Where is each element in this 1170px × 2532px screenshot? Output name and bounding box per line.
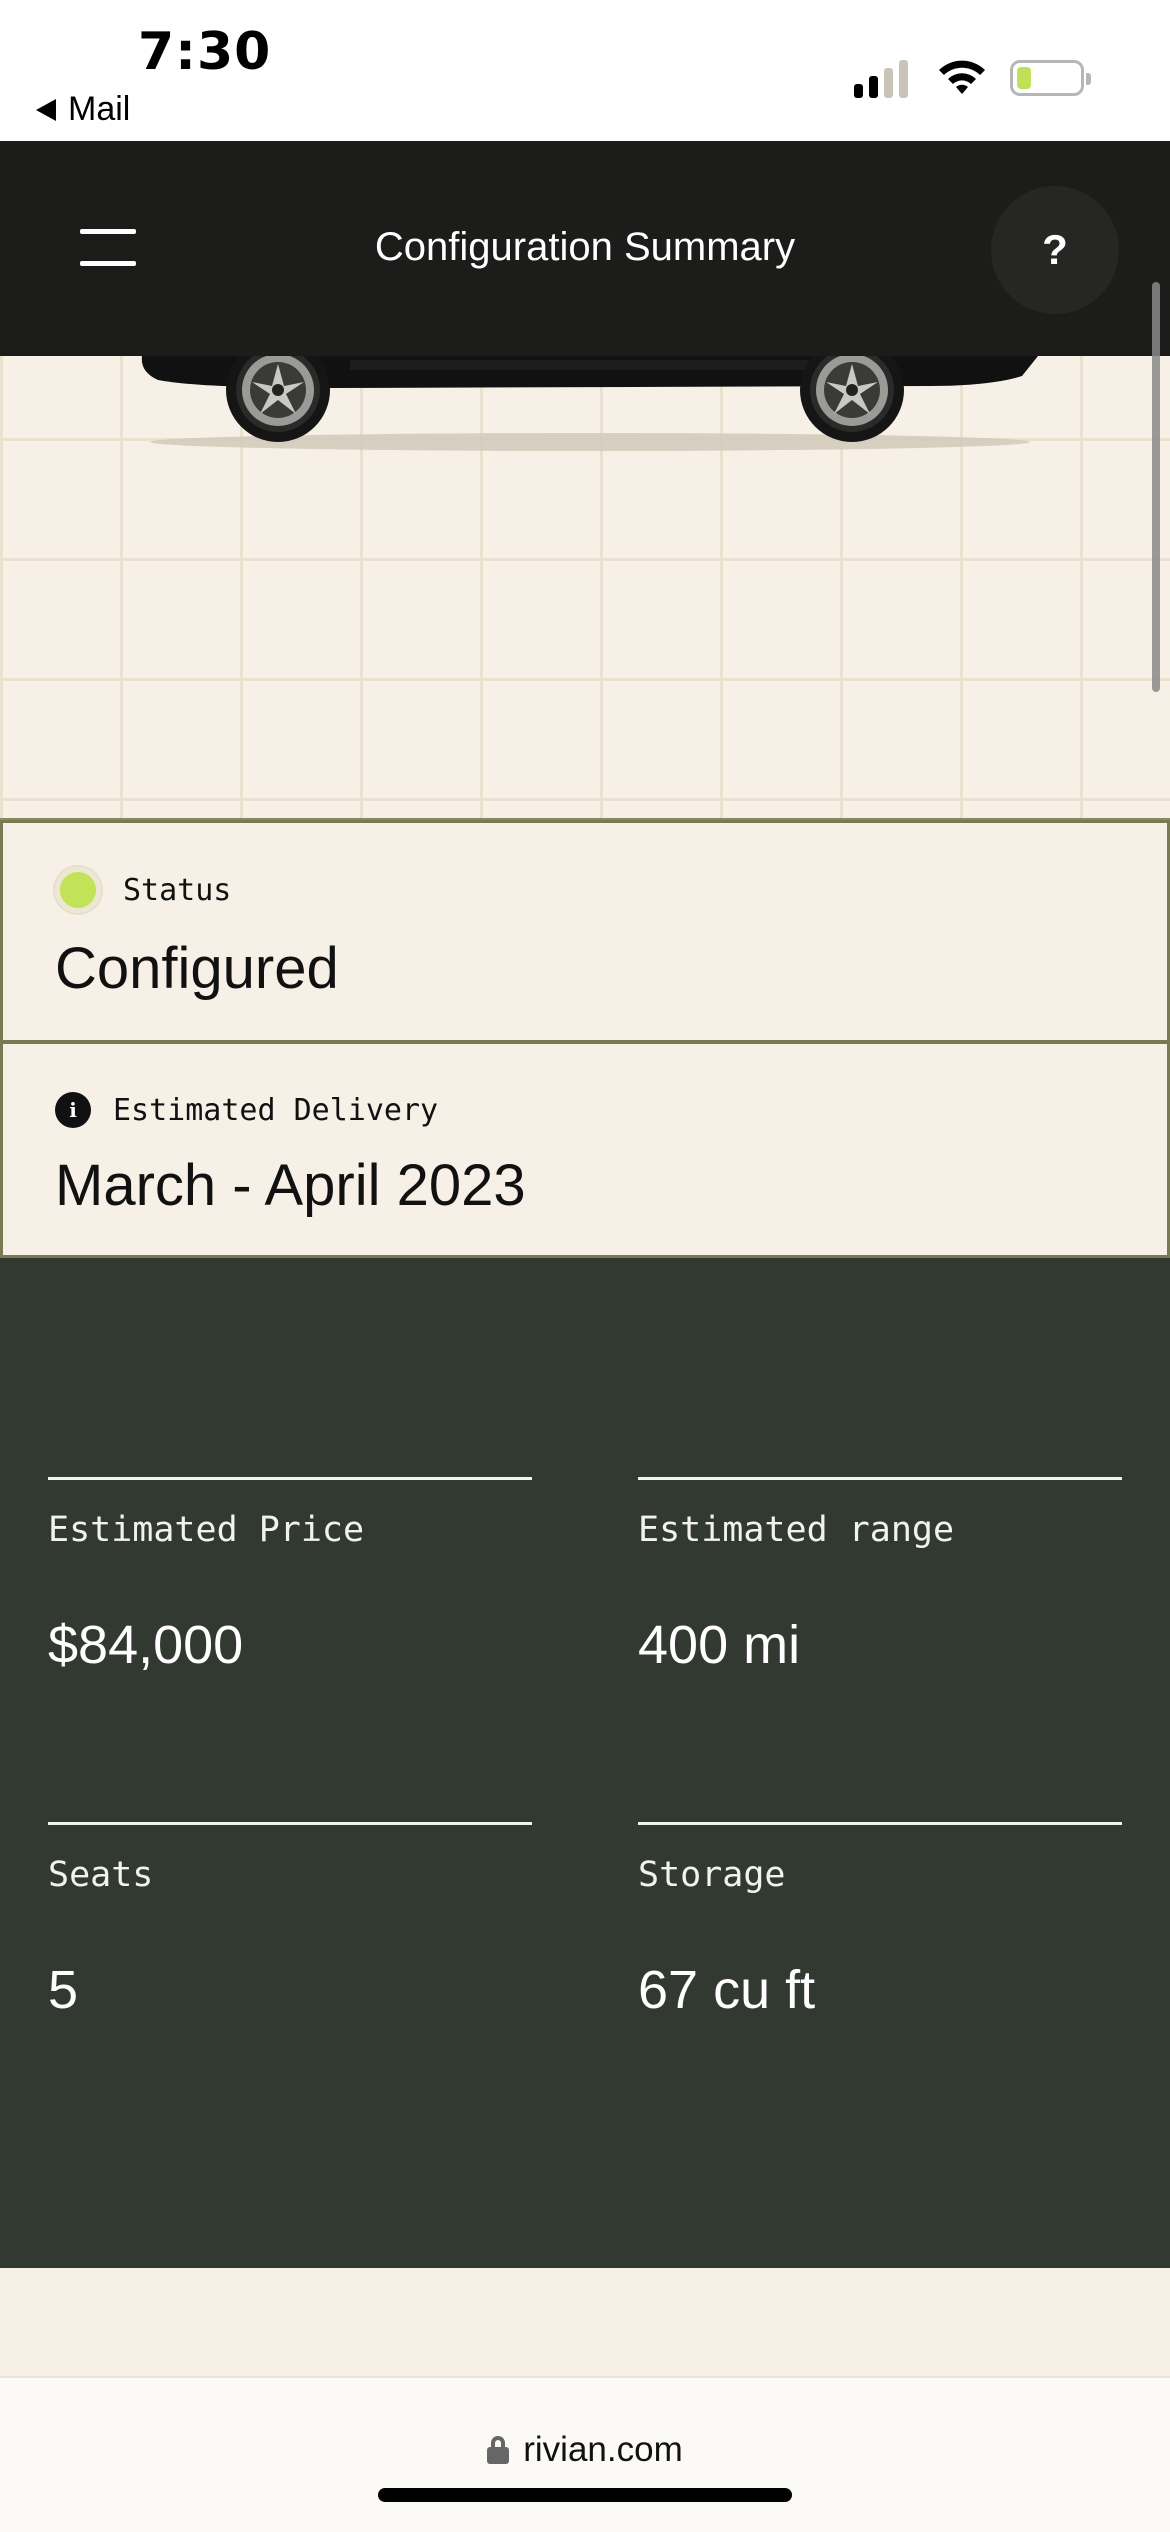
spec-storage: Storage 67 cu ft (638, 1822, 1122, 2020)
cellular-signal-icon (854, 58, 908, 98)
spec-value: 400 mi (638, 1615, 801, 1675)
wifi-icon (939, 60, 985, 94)
spec-estimated-price: Estimated Price $84,000 (48, 1477, 532, 1675)
status-label: Status (123, 872, 232, 908)
status-value: Configured (55, 936, 339, 1001)
battery-icon (1010, 60, 1091, 96)
specs-section: Estimated Price $84,000 Estimated range … (0, 1258, 1170, 2268)
status-label-row: Status (55, 867, 231, 913)
home-indicator[interactable] (378, 2488, 792, 2502)
vehicle-hero-image (0, 356, 1170, 820)
info-icon[interactable]: i (55, 1092, 91, 1128)
spec-value: $84,000 (48, 1615, 244, 1675)
app-header: Configuration Summary ? (0, 141, 1170, 356)
url-text: rivian.com (523, 2430, 683, 2469)
spec-label: Seats (48, 1855, 154, 1895)
vehicle-image (141, 356, 1039, 451)
status-card: Status Configured (0, 820, 1170, 1043)
spec-label: Estimated range (638, 1510, 955, 1550)
clock-time: 7:30 (138, 22, 272, 82)
spec-value: 5 (48, 1960, 79, 2020)
spec-label: Storage (638, 1855, 786, 1895)
help-button[interactable]: ? (991, 186, 1119, 314)
spec-value: 67 cu ft (638, 1960, 816, 2020)
delivery-card: i Estimated Delivery March - April 2023 (0, 1041, 1170, 1258)
back-arrow-icon (36, 98, 56, 121)
browser-url-bar[interactable]: rivian.com (0, 2376, 1170, 2532)
back-app-label: Mail (68, 90, 131, 128)
delivery-value: March - April 2023 (55, 1153, 526, 1218)
spec-seats: Seats 5 (48, 1822, 532, 2020)
lock-icon (487, 2436, 510, 2464)
delivery-label-row: i Estimated Delivery (55, 1092, 438, 1128)
page-scrollbar[interactable] (1152, 282, 1160, 692)
delivery-label: Estimated Delivery (113, 1092, 439, 1128)
back-to-app-button[interactable]: Mail (36, 90, 130, 129)
spec-estimated-range: Estimated range 400 mi (638, 1477, 1122, 1675)
url-display[interactable]: rivian.com (0, 2430, 1170, 2470)
spec-label: Estimated Price (48, 1510, 365, 1550)
status-indicator-dot (55, 867, 101, 913)
status-bar: 7:30 Mail (0, 0, 1170, 141)
